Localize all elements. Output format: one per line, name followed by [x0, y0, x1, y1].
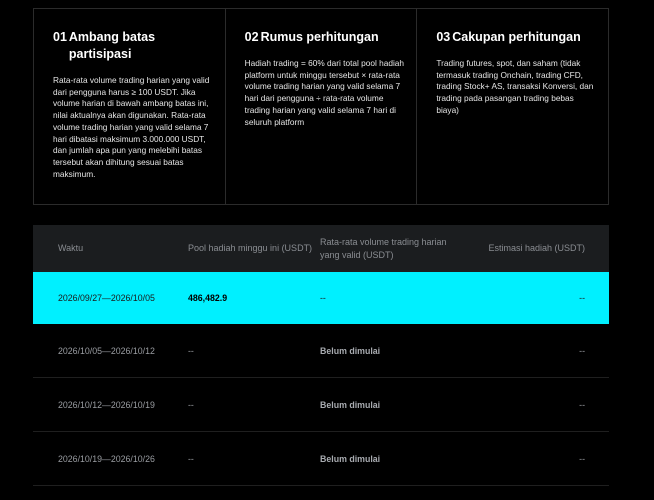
rule-number: 01 [53, 30, 67, 44]
rule-card-heading: 03 Cakupan perhitungan [436, 29, 596, 46]
rule-card-heading: 01 Ambang batas partisipasi [53, 29, 213, 63]
table-row[interactable]: 2026/10/19—2026/10/26 -- Belum dimulai -… [33, 432, 609, 486]
period-cell: 2026/10/05—2026/10/12 [58, 345, 155, 356]
rules-panel: 01 Ambang batas partisipasi Rata-rata vo… [33, 8, 609, 205]
avg-volume-cell: Belum dimulai [320, 345, 381, 356]
column-header-estimate: Estimasi hadiah (USDT) [488, 243, 585, 253]
column-header-pool: Pool hadiah minggu ini (USDT) [188, 243, 313, 253]
estimate-cell: -- [579, 293, 585, 303]
pool-cell: 486,482.9 [188, 293, 228, 303]
column-header-period: Waktu [58, 243, 84, 253]
estimate-cell: -- [579, 399, 585, 410]
rule-card-formula: 02 Rumus perhitungan Hadiah trading = 60… [226, 9, 418, 204]
rule-title: Rumus perhitungan [260, 30, 379, 44]
period-cell: 2026/10/19—2026/10/26 [58, 453, 155, 464]
rule-card-threshold: 01 Ambang batas partisipasi Rata-rata vo… [34, 9, 226, 204]
rule-number: 02 [244, 30, 259, 44]
pool-cell: -- [188, 345, 194, 356]
avg-volume-cell: Belum dimulai [320, 453, 381, 464]
rule-card-scope: 03 Cakupan perhitungan Trading futures, … [417, 9, 608, 204]
column-header-avg-volume: Rata-rata volume trading harian yang val… [320, 236, 447, 260]
period-cell: 2026/10/12—2026/10/19 [58, 399, 155, 410]
rule-number: 03 [436, 30, 451, 44]
estimate-cell: -- [579, 345, 585, 356]
table-row[interactable]: 2026/10/12—2026/10/19 -- Belum dimulai -… [33, 378, 609, 432]
rule-card-heading: 02 Rumus perhitungan [245, 29, 405, 46]
rule-title: Ambang batas partisipasi [68, 30, 156, 61]
table-row[interactable]: 2026/10/05—2026/10/12 -- Belum dimulai -… [33, 324, 609, 378]
rule-description: Hadiah trading = 60% dari total pool had… [244, 58, 405, 127]
pool-cell: -- [188, 453, 194, 464]
avg-volume-cell: Belum dimulai [320, 399, 381, 410]
rule-description: Trading futures, spot, dan saham (tidak … [436, 58, 594, 115]
rule-title: Cakupan perhitungan [452, 30, 581, 44]
table-header: Waktu Pool hadiah minggu ini (USDT) Rata… [33, 225, 609, 272]
period-cell: 2026/09/27—2026/10/05 [58, 293, 155, 303]
reward-table: Waktu Pool hadiah minggu ini (USDT) Rata… [33, 225, 609, 486]
table-row-current[interactable]: 2026/09/27—2026/10/05 486,482.9 -- -- [33, 272, 609, 324]
rule-description: Rata-rata volume trading harian yang val… [53, 75, 210, 179]
estimate-cell: -- [579, 453, 585, 464]
avg-volume-cell: -- [320, 293, 326, 303]
pool-cell: -- [188, 399, 194, 410]
